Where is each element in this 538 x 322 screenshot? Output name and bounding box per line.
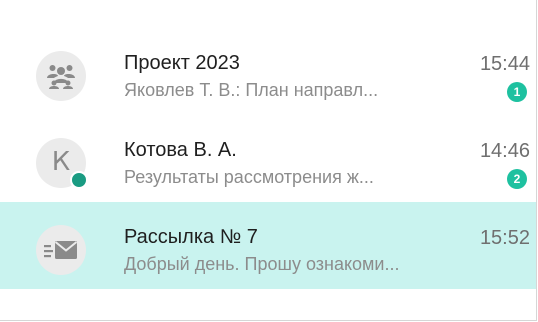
chat-item-mailing-7[interactable]: Рассылка № 7 15:52 Добрый день. Прошу оз… — [0, 202, 536, 289]
chat-preview: Добрый день. Прошу ознакоми... — [124, 254, 400, 274]
avatar — [36, 225, 86, 275]
unread-badge: 2 — [507, 169, 527, 189]
online-status-dot — [70, 171, 88, 189]
chat-time: 14:46 — [479, 140, 530, 162]
unread-badge: 1 — [507, 82, 527, 102]
avatar — [36, 51, 86, 101]
group-icon — [47, 65, 75, 89]
mailing-icon — [44, 241, 78, 259]
chat-time: 15:44 — [479, 53, 530, 75]
chat-title: Рассылка № 7 — [124, 226, 258, 248]
chat-title: Проект 2023 — [124, 52, 240, 74]
chat-item-kotova[interactable]: К Котова В. А. 14:46 Результаты рассмотр… — [0, 115, 536, 202]
chat-list: Проект 2023 15:44 Яковлев Т. В.: План на… — [0, 28, 536, 289]
avatar: К — [36, 138, 88, 189]
chat-title: Котова В. А. — [124, 139, 237, 161]
chat-list-panel: Проект 2023 15:44 Яковлев Т. В.: План на… — [0, 0, 537, 321]
chat-preview: Яковлев Т. В.: План направл... — [124, 80, 379, 100]
chat-time: 15:52 — [479, 227, 530, 249]
chat-preview: Результаты рассмотрения ж... — [124, 167, 374, 187]
chat-item-project-2023[interactable]: Проект 2023 15:44 Яковлев Т. В.: План на… — [0, 28, 536, 115]
avatar-letter: К — [51, 147, 71, 177]
